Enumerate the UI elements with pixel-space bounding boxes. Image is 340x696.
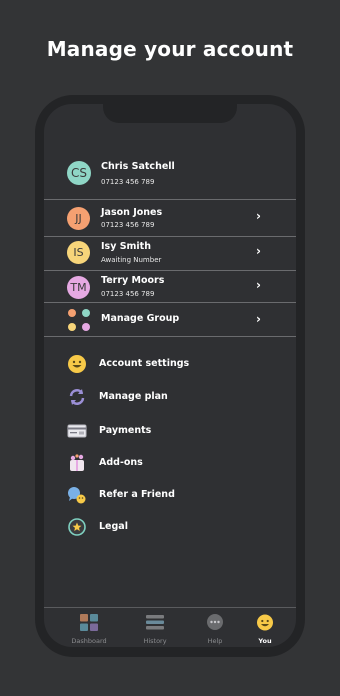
owner-row[interactable]: CS Chris Satchell 07123 456 789 (44, 156, 296, 196)
history-icon (146, 615, 164, 630)
you-icon (257, 614, 273, 631)
menu-add-ons[interactable]: Add-ons (44, 453, 296, 473)
member-row[interactable]: TM Terry Moors 07123 456 789 › (44, 271, 296, 303)
contact-name: Chris Satchell (101, 161, 175, 172)
avatar: IS (67, 241, 90, 264)
tab-help[interactable]: Help (190, 614, 240, 645)
dashboard-icon (80, 614, 98, 631)
menu-label: Payments (99, 425, 152, 436)
menu-manage-plan[interactable]: Manage plan (44, 387, 296, 407)
tab-you[interactable]: You (240, 614, 290, 645)
page-headline: Manage your account (46, 37, 294, 61)
refer-icon (68, 487, 86, 504)
smiley-icon (68, 355, 86, 373)
avatar: TM (67, 276, 90, 299)
tab-label: Help (207, 637, 223, 645)
member-row[interactable]: IS Isy Smith Awaiting Number › (44, 237, 296, 270)
tab-label: Dashboard (71, 637, 107, 645)
help-icon (207, 614, 223, 630)
tab-label: History (143, 637, 167, 645)
contact-number: 07123 456 789 (101, 290, 155, 298)
divider (44, 336, 296, 337)
menu-label: Add-ons (99, 457, 143, 468)
contact-name: Jason Jones (101, 207, 163, 218)
manage-group-row[interactable]: Manage Group › (44, 303, 296, 336)
refresh-icon (69, 389, 85, 405)
menu-account-settings[interactable]: Account settings (44, 354, 296, 374)
bottom-tab-bar: Dashboard History Help You (44, 607, 296, 647)
addons-icon (70, 454, 84, 471)
manage-group-label: Manage Group (101, 313, 180, 324)
menu-refer-a-friend[interactable]: Refer a Friend (44, 485, 296, 505)
menu-label: Legal (99, 521, 128, 532)
menu-payments[interactable]: Payments (44, 421, 296, 441)
avatar: CS (67, 161, 91, 185)
menu-label: Manage plan (99, 391, 168, 402)
group-icon (68, 309, 90, 331)
chevron-right-icon[interactable]: › (256, 209, 261, 223)
avatar: JJ (67, 207, 90, 230)
tab-history[interactable]: History (130, 614, 180, 645)
menu-label: Account settings (99, 358, 190, 369)
menu-label: Refer a Friend (99, 489, 175, 500)
chevron-right-icon[interactable]: › (256, 278, 261, 292)
member-row[interactable]: JJ Jason Jones 07123 456 789 › (44, 200, 296, 236)
contact-number: 07123 456 789 (101, 221, 155, 229)
tab-label: You (258, 637, 272, 645)
card-icon (67, 424, 87, 438)
chevron-right-icon[interactable]: › (256, 244, 261, 258)
contact-number: 07123 456 789 (101, 178, 155, 186)
contact-status: Awaiting Number (101, 256, 162, 264)
contact-name: Isy Smith (101, 241, 151, 252)
tab-dashboard[interactable]: Dashboard (64, 614, 114, 645)
star-badge-icon (68, 518, 86, 536)
contact-name: Terry Moors (101, 275, 165, 286)
menu-legal[interactable]: Legal (44, 517, 296, 537)
phone-screen: CS Chris Satchell 07123 456 789 JJ Jason… (44, 104, 296, 647)
phone-notch (103, 104, 237, 123)
chevron-right-icon[interactable]: › (256, 312, 261, 326)
